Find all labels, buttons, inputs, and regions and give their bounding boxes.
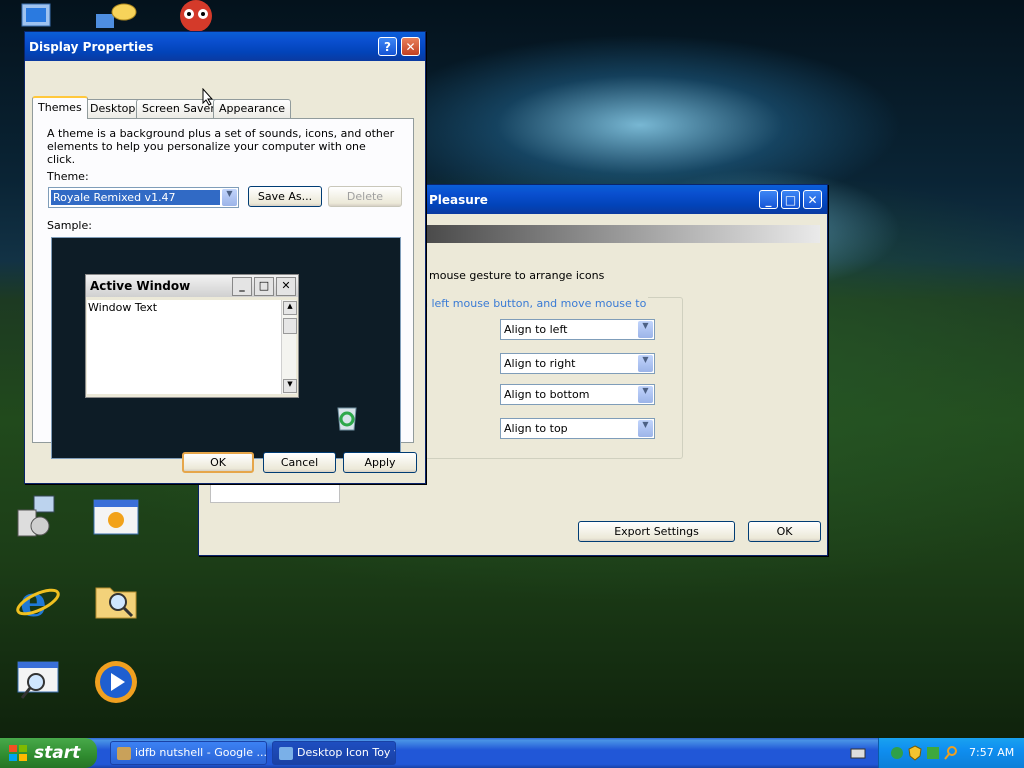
theme-label: Theme: [47,170,89,183]
minimize-icon[interactable]: _ [759,190,778,209]
control-panel-icon[interactable] [14,492,62,540]
tab-appearance[interactable]: Appearance [213,99,292,118]
maximize-icon[interactable]: □ [781,190,800,209]
chevron-down-icon[interactable]: ▼ [638,355,653,372]
maximize-icon: □ [254,277,274,296]
app-icon [279,747,293,760]
themes-panel: A theme is a background plus a set of so… [32,118,414,459]
search-tray-icon[interactable] [943,745,959,761]
ok-button[interactable]: OK [182,452,254,473]
align-top-dropdown[interactable]: Align to top ▼ [500,418,655,439]
recycle-bin-icon [337,407,357,431]
start-label: start [34,743,81,763]
tab-desktop[interactable]: Desktop [84,99,142,118]
sample-scrollbar: ▲ ▼ [281,300,297,394]
close-icon[interactable]: ✕ [803,190,822,209]
security-shield-icon[interactable] [907,745,923,761]
chevron-down-icon[interactable]: ▼ [638,420,653,437]
align-right-dropdown[interactable]: Align to right ▼ [500,353,655,374]
search-folder-icon[interactable] [92,578,140,626]
task-desktop-icon-toy[interactable]: Desktop Icon Toy v4.... [272,741,396,765]
network-tray-icon[interactable] [889,745,905,761]
display-properties-dialog[interactable]: Display Properties ? ✕ Themes Desktop Sc… [24,31,426,484]
icon-toy-title: Pleasure [429,193,488,207]
export-settings-button[interactable]: Export Settings [578,521,735,542]
align-bottom-dropdown[interactable]: Align to bottom ▼ [500,384,655,405]
chevron-down-icon[interactable]: ▼ [638,386,653,403]
chevron-up-icon: ▲ [283,301,297,315]
chevron-down-icon[interactable]: ▼ [222,189,237,206]
system-tray: 7:57 AM [878,738,1024,768]
sample-window-text: Window Text [88,301,158,314]
theme-selected-value: Royale Remixed v1.47 [51,190,220,205]
align-left-dropdown[interactable]: Align to left ▼ [500,319,655,340]
gradient-header-bar [425,225,820,243]
sample-preview: Active Window _ □ ✕ Window Text ▲ ▼ [51,237,401,459]
tool-icon[interactable] [92,496,140,544]
display-properties-titlebar[interactable]: Display Properties ? ✕ [25,32,425,61]
sample-label: Sample: [47,219,92,232]
browser-icon [117,747,131,760]
gesture-text: mouse gesture to arrange icons [429,269,605,282]
apply-button[interactable]: Apply [343,452,417,473]
text-field[interactable] [210,483,340,503]
clock[interactable]: 7:57 AM [969,746,1014,759]
close-icon: ✕ [276,277,296,296]
save-as-button[interactable]: Save As... [248,186,322,207]
chevron-down-icon[interactable]: ▼ [638,321,653,338]
theme-dropdown[interactable]: Royale Remixed v1.47 ▼ [48,187,239,208]
gesture-hint: n left mouse button, and move mouse to [421,297,649,310]
tab-themes[interactable]: Themes [32,96,88,119]
desktop: e Pleasure _ □ ✕ mouse gesture to arrang… [0,0,1024,768]
chevron-down-icon: ▼ [283,379,297,393]
dialog-title: Display Properties [29,40,154,54]
sample-window-title: Active Window [90,279,191,293]
help-icon[interactable]: ? [378,37,397,56]
task-google[interactable]: idfb nutshell - Google ... [110,741,267,765]
sample-window-body: Window Text [87,300,281,394]
icon-toy-ok-button[interactable]: OK [748,521,821,542]
mouse-cursor-icon [202,88,214,106]
theme-description: A theme is a background plus a set of so… [47,127,395,166]
scroll-thumb [283,318,297,334]
search-icon[interactable] [14,658,62,706]
windows-logo-icon [9,745,27,761]
update-icon[interactable] [925,745,941,761]
delete-button[interactable]: Delete [328,186,402,207]
sample-titlebar: Active Window _ □ ✕ [86,275,298,297]
keyboard-icon[interactable] [850,746,866,760]
media-player-icon[interactable] [92,658,140,706]
close-icon[interactable]: ✕ [401,37,420,56]
minimize-icon: _ [232,277,252,296]
start-button[interactable]: start [0,738,97,768]
sample-active-window: Active Window _ □ ✕ Window Text ▲ ▼ [85,274,299,398]
cancel-button[interactable]: Cancel [263,452,336,473]
internet-explorer-icon[interactable]: e [14,576,62,626]
